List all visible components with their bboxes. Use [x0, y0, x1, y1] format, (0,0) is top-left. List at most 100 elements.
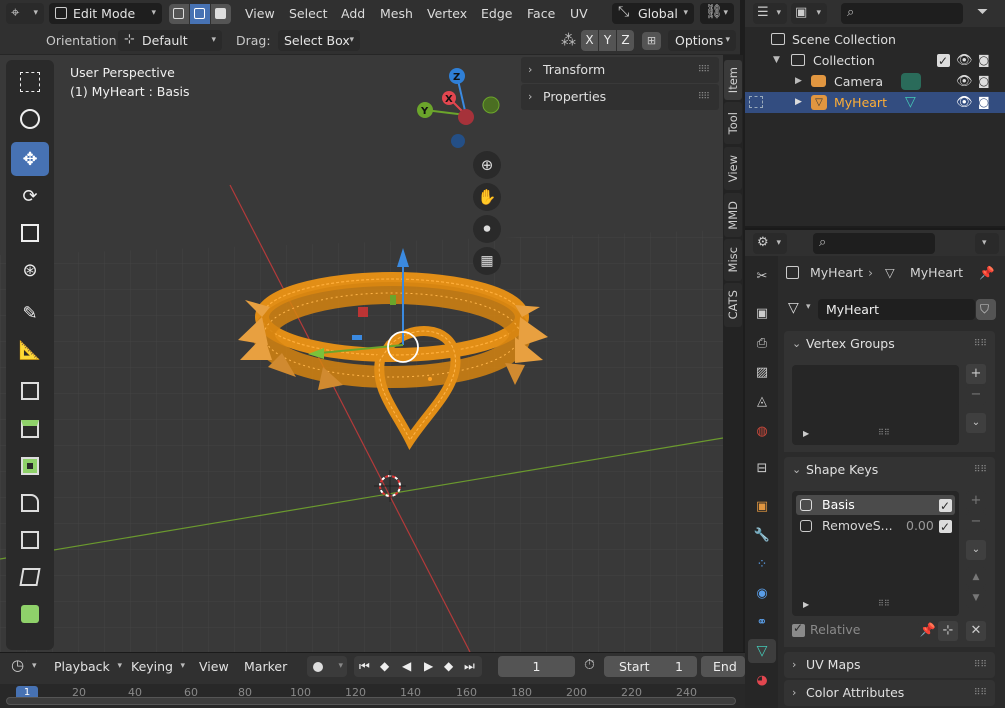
- scale-tool[interactable]: [11, 216, 49, 250]
- prev-keyframe-icon[interactable]: ◆: [380, 656, 389, 677]
- tab-mmd[interactable]: MMD: [724, 193, 742, 237]
- menu-mesh[interactable]: Mesh: [380, 5, 413, 22]
- menu-vertex[interactable]: Vertex: [427, 5, 467, 22]
- color-attributes-header[interactable]: › Color Attributes ⠿⠿: [784, 680, 995, 706]
- tab-modifiers[interactable]: 🔧: [748, 523, 776, 547]
- drag-grip-icon[interactable]: ⠿⠿: [698, 84, 710, 110]
- resize-grip-icon[interactable]: ⠿⠿: [878, 599, 890, 608]
- knife-tool[interactable]: [11, 560, 49, 594]
- horizontal-scrollbar[interactable]: [6, 697, 736, 705]
- mesh-name-field[interactable]: MyHeart: [818, 299, 975, 320]
- zoom-button[interactable]: ⊕: [473, 151, 501, 179]
- shape-key-row[interactable]: Basis: [796, 495, 955, 516]
- tab-output[interactable]: ⎙: [748, 331, 776, 355]
- vertex-groups-list[interactable]: ▶ ⠿⠿: [792, 365, 959, 445]
- pin-shape-key-button[interactable]: 📌: [918, 621, 938, 641]
- cursor-tool[interactable]: [11, 102, 49, 136]
- outliner-row-myheart[interactable]: ▶ ▽ MyHeart ▽ 👁 ◙: [745, 92, 1005, 113]
- tab-render[interactable]: ▣: [748, 301, 776, 325]
- resize-grip-icon[interactable]: ⠿⠿: [878, 428, 890, 437]
- viewport-scene[interactable]: [0, 55, 723, 652]
- drag-grip-icon[interactable]: ⠿⠿: [974, 652, 987, 678]
- current-frame-field[interactable]: 1: [498, 656, 575, 677]
- menu-face[interactable]: Face: [527, 5, 555, 22]
- edit-mode-shape-key-button[interactable]: ⊹: [938, 621, 958, 641]
- playback-menu[interactable]: Playback ▾: [54, 656, 124, 677]
- render-camera-icon[interactable]: ◙: [978, 71, 990, 92]
- properties-options[interactable]: ▾: [975, 233, 999, 254]
- annotate-tool[interactable]: ✎: [11, 296, 49, 330]
- drag-grip-icon[interactable]: ⠿⠿: [974, 331, 987, 357]
- face-select-mode-button[interactable]: [211, 4, 231, 24]
- outliner-search[interactable]: ⌕: [841, 3, 963, 24]
- menu-uv[interactable]: UV: [570, 5, 588, 22]
- move-shape-key-up-button[interactable]: ▲: [966, 567, 986, 587]
- transform-panel-header[interactable]: › Transform ⠿⠿: [521, 57, 719, 83]
- remove-vertex-group-button[interactable]: −: [966, 385, 986, 405]
- jump-end-icon[interactable]: ⏭: [464, 656, 475, 677]
- pivot-point-select[interactable]: ⛓ ▾: [700, 3, 734, 24]
- eye-icon[interactable]: 👁: [956, 92, 973, 113]
- render-camera-icon[interactable]: ◙: [978, 92, 990, 113]
- shape-key-specials-button[interactable]: ⌄: [966, 540, 986, 560]
- jump-start-icon[interactable]: ⏮: [359, 656, 370, 677]
- tab-constraints[interactable]: ⚭: [748, 610, 776, 634]
- poly-build-tool[interactable]: [11, 597, 49, 631]
- outliner-editor-type[interactable]: ☰ ▾: [753, 3, 787, 24]
- shape-key-mute-checkbox[interactable]: [939, 496, 952, 516]
- expand-arrow-icon[interactable]: ▼: [773, 50, 780, 71]
- tab-world[interactable]: ◍: [748, 419, 776, 443]
- relative-checkbox[interactable]: [792, 621, 805, 637]
- record-button[interactable]: ▾: [307, 656, 347, 677]
- select-box-tool[interactable]: [11, 65, 49, 99]
- mode-select[interactable]: Edit Mode ▾: [49, 3, 162, 24]
- drag-select[interactable]: Select Box ▾: [278, 30, 360, 51]
- tab-mesh-data[interactable]: ▽: [748, 639, 776, 663]
- vertex-groups-header[interactable]: ⌄ Vertex Groups ⠿⠿: [784, 331, 995, 357]
- expand-arrow-icon[interactable]: ▶: [795, 71, 802, 92]
- tab-view-layer[interactable]: ▨: [748, 360, 776, 384]
- end-frame-field[interactable]: End: [701, 656, 745, 677]
- pin-icon[interactable]: 📌: [979, 262, 995, 284]
- timeline-editor-type[interactable]: ◷ ▾: [8, 656, 42, 677]
- shape-key-value[interactable]: 0.00: [906, 516, 934, 536]
- perspective-toggle-button[interactable]: ▦: [473, 247, 501, 275]
- tab-material[interactable]: ◕: [748, 668, 776, 692]
- uv-maps-header[interactable]: › UV Maps ⠿⠿: [784, 652, 995, 678]
- eye-icon[interactable]: 👁: [956, 50, 973, 71]
- play-icon[interactable]: ▶: [424, 656, 433, 677]
- menu-select[interactable]: Select: [289, 5, 328, 22]
- tab-object[interactable]: ▣: [748, 494, 776, 518]
- measure-tool[interactable]: 📐: [11, 333, 49, 367]
- next-keyframe-icon[interactable]: ◆: [444, 656, 453, 677]
- edit-mode-toggle-icon[interactable]: [749, 96, 763, 108]
- remove-shape-key-button[interactable]: −: [966, 512, 986, 532]
- expand-arrow-icon[interactable]: ▶: [795, 92, 802, 113]
- tab-tool-settings[interactable]: ✂: [748, 264, 776, 288]
- inset-tool[interactable]: [11, 449, 49, 483]
- keying-menu[interactable]: Keying ▾: [131, 656, 187, 677]
- edge-select-mode-button[interactable]: [190, 4, 210, 24]
- transform-tool[interactable]: ⊛: [11, 253, 49, 287]
- frame-ruler[interactable]: 1 20 40 60 80 100 120 140 160 180 200 22…: [0, 684, 745, 708]
- start-frame-field[interactable]: Start 1: [604, 656, 697, 677]
- camera-view-button[interactable]: ⏺: [473, 215, 501, 243]
- 3d-viewport[interactable]: User Perspective (1) MyHeart : Basis Z Y…: [0, 55, 723, 652]
- vertex-select-mode-button[interactable]: [169, 4, 189, 24]
- menu-edge[interactable]: Edge: [481, 5, 512, 22]
- topology-mirror-icon[interactable]: ⊞: [642, 32, 661, 50]
- eye-icon[interactable]: 👁: [956, 71, 973, 92]
- tab-scene[interactable]: ◬: [748, 389, 776, 413]
- options-dropdown[interactable]: Options ▾: [668, 30, 736, 51]
- stopwatch-icon[interactable]: ⏱: [584, 657, 595, 673]
- clear-shape-key-button[interactable]: ✕: [966, 621, 986, 641]
- mesh-datablock-selector[interactable]: ▽ ▾: [786, 299, 816, 320]
- tab-particles[interactable]: ⁘: [748, 552, 776, 576]
- mirror-x-toggle[interactable]: X: [581, 30, 598, 51]
- marker-menu[interactable]: Marker: [244, 656, 287, 677]
- menu-add[interactable]: Add: [341, 5, 365, 22]
- properties-panel-header[interactable]: › Properties ⠿⠿: [521, 84, 719, 110]
- render-camera-icon[interactable]: ◙: [978, 50, 990, 71]
- tab-collection[interactable]: ⊟: [748, 456, 776, 480]
- tab-tool[interactable]: Tool: [724, 102, 742, 144]
